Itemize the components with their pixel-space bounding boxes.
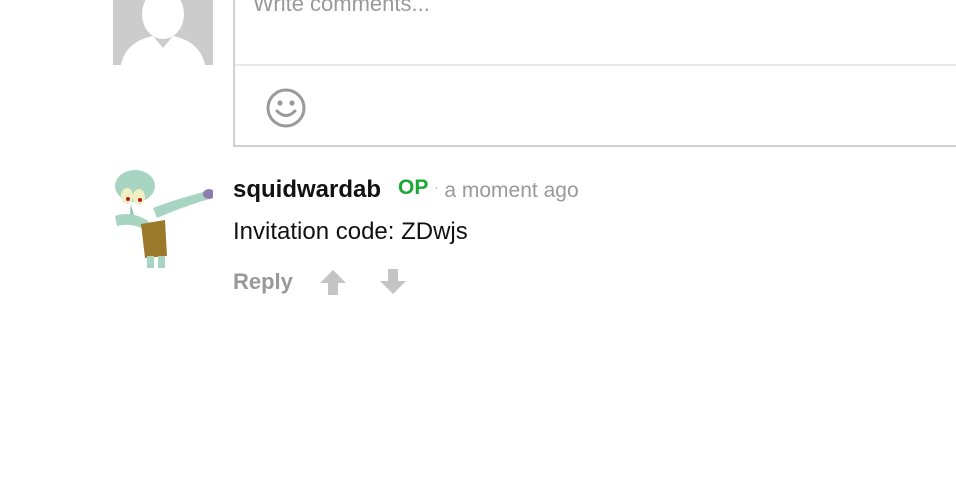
comment-composer	[233, 0, 956, 147]
downvote-button[interactable]	[379, 268, 407, 296]
header-separator: ·	[434, 180, 439, 194]
composer-divider	[235, 64, 956, 66]
current-user-avatar	[113, 0, 213, 65]
comment-author-name[interactable]: squidwardab	[233, 176, 381, 204]
arrow-up-icon	[319, 270, 346, 295]
arrow-down-icon	[379, 269, 406, 294]
default-user-avatar-icon	[121, 0, 205, 65]
comments-section: squidwardab OP · a moment ago Invitation…	[0, 0, 956, 479]
comment-input[interactable]	[253, 0, 933, 24]
upvote-button[interactable]	[319, 268, 347, 296]
comment-author-avatar[interactable]	[113, 168, 215, 268]
op-badge: OP	[398, 176, 429, 199]
comment-header: squidwardab OP · a moment ago	[233, 176, 579, 206]
squidward-dab-avatar-icon	[115, 170, 215, 268]
emoji-button[interactable]	[265, 87, 307, 129]
reply-button[interactable]: Reply	[233, 269, 293, 295]
smiley-face-icon	[266, 88, 306, 128]
comment-timestamp[interactable]: a moment ago	[444, 179, 578, 203]
comment-actions: Reply	[233, 266, 407, 298]
comment-body: Invitation code: ZDwjs	[233, 218, 468, 245]
